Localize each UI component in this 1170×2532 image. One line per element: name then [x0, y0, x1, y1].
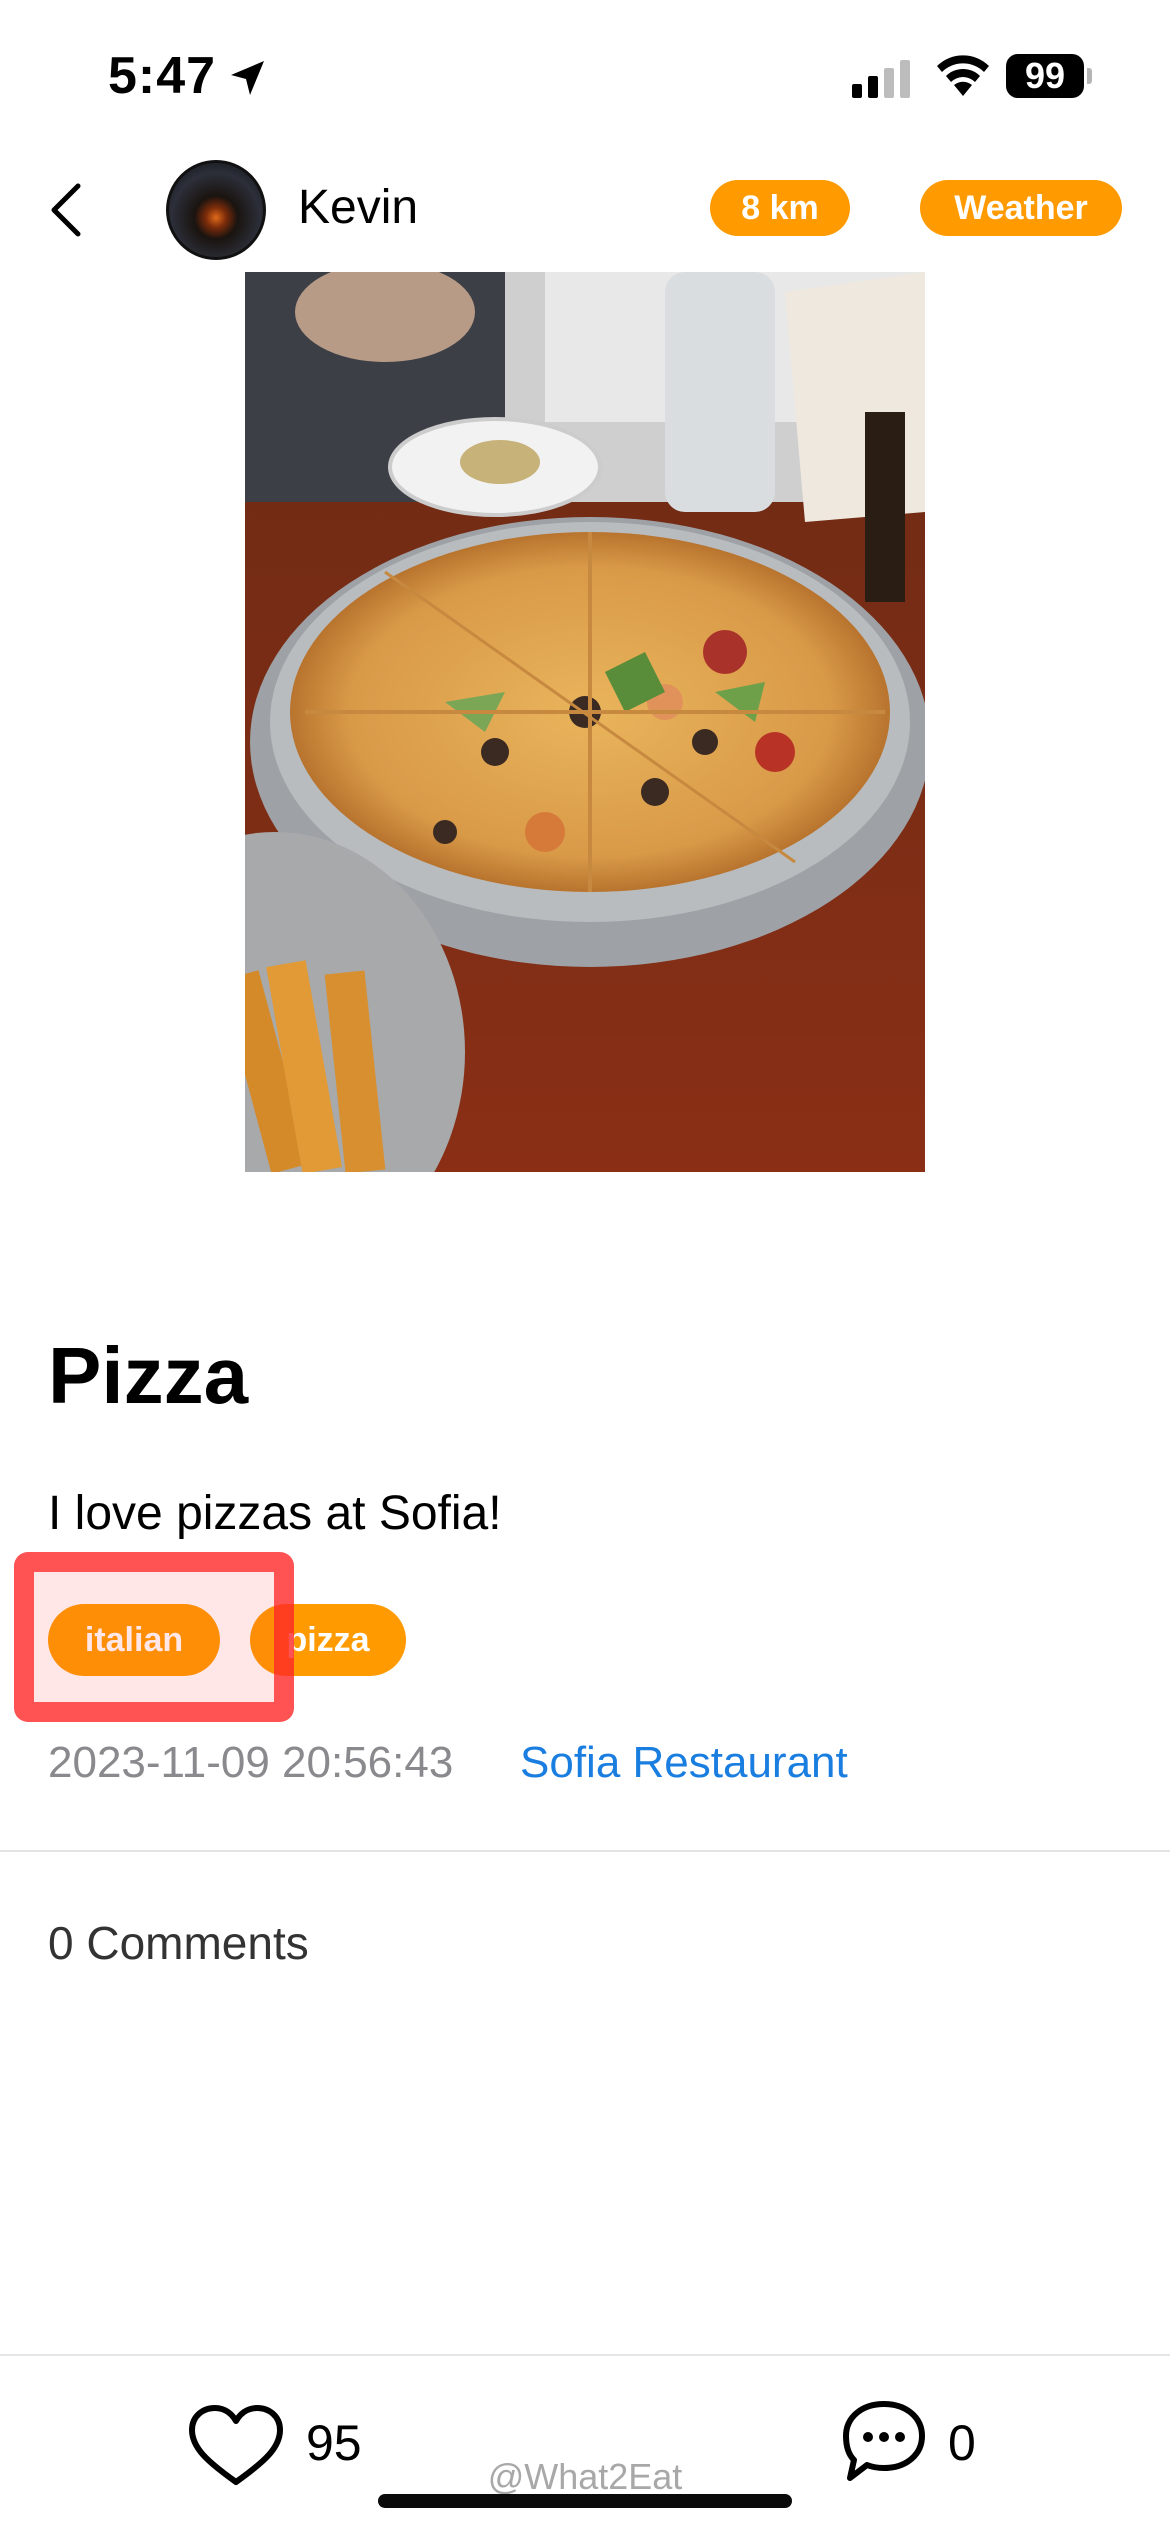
status-time: 5:47 — [108, 47, 217, 105]
watermark: @What2Eat — [487, 2456, 683, 2497]
cellular-signal-icon — [852, 60, 910, 98]
location-arrow-icon — [231, 61, 264, 95]
post-timestamp: 2023-11-09 20:56:43 — [48, 1738, 454, 1787]
battery-indicator: 99 — [1006, 54, 1084, 98]
comments-count: 0 Comments — [48, 1917, 309, 1969]
home-indicator — [378, 2494, 792, 2508]
wifi-icon — [937, 55, 989, 96]
highlight-box — [14, 1552, 294, 1722]
battery-nub — [1087, 68, 1092, 84]
divider — [0, 1850, 1170, 1852]
avatar[interactable] — [166, 160, 266, 260]
weather-button[interactable]: Weather — [920, 180, 1122, 236]
restaurant-link[interactable]: Sofia Restaurant — [520, 1738, 848, 1788]
post-title: Pizza — [48, 1331, 249, 1420]
chevron-left-icon[interactable] — [44, 180, 92, 240]
bottom-bar-divider — [0, 2354, 1170, 2356]
post-photo[interactable] — [245, 272, 925, 1172]
post-description: I love pizzas at Sofia! — [48, 1487, 502, 1540]
user-name[interactable]: Kevin — [298, 180, 418, 235]
distance-badge[interactable]: 8 km — [710, 180, 850, 236]
